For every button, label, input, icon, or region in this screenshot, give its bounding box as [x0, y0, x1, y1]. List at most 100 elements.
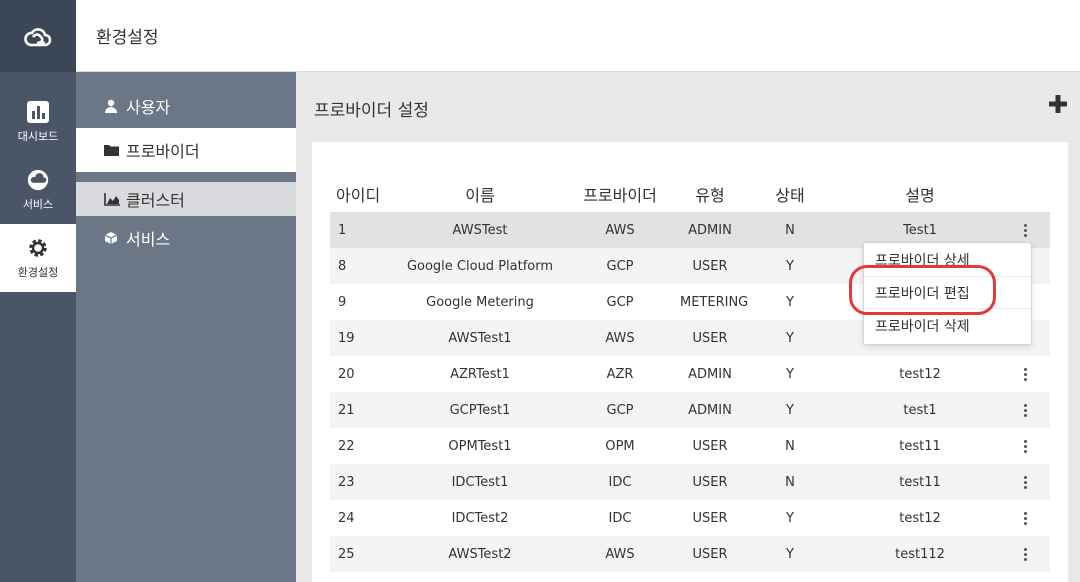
cell-name: Google Cloud Platform [406, 258, 554, 274]
cell-name: AWSTest [452, 222, 508, 238]
cell-status: Y [786, 366, 794, 382]
cell-status: Y [786, 330, 794, 346]
row-menu-button[interactable] [1000, 439, 1050, 453]
cell-id: 24 [338, 510, 355, 526]
table-row[interactable]: 23 IDCTest1 IDC USER N test11 [330, 464, 1050, 500]
kebab-icon [1023, 439, 1027, 453]
cell-name: GCPTest1 [449, 402, 511, 418]
cloud-logo-icon [24, 28, 52, 47]
cell-status: Y [786, 546, 794, 562]
cube-icon [104, 231, 122, 245]
column-header-type[interactable]: 유형 [680, 182, 740, 206]
subnav-item-services[interactable]: 서비스 [76, 216, 296, 260]
table-row[interactable]: 25 AWSTest2 AWS USER Y test112 [330, 536, 1050, 572]
kebab-icon [1023, 367, 1027, 381]
rail-item-service[interactable]: 서비스 [0, 156, 76, 224]
kebab-icon [1023, 511, 1027, 525]
top-header: 환경설정 [76, 0, 1080, 72]
cell-name: AZRTest1 [450, 366, 510, 382]
column-header-provider[interactable]: 프로바이더 [560, 182, 680, 206]
subnav-item-providers[interactable]: 프로바이더 [76, 128, 296, 172]
table-header: 아이디 이름 프로바이더 유형 상태 설명 [330, 178, 1050, 210]
app-logo[interactable] [0, 0, 76, 72]
table-row[interactable]: 20 AZRTest1 AZR ADMIN Y test12 [330, 356, 1050, 392]
kebab-icon [1023, 547, 1027, 561]
cell-type: USER [692, 438, 728, 454]
rail-item-settings[interactable]: 환경설정 [0, 224, 76, 292]
cell-name: IDCTest1 [451, 474, 509, 490]
row-menu-button[interactable] [1000, 367, 1050, 381]
cell-type: ADMIN [688, 402, 732, 418]
plus-icon [1049, 95, 1067, 113]
cell-name: IDCTest2 [451, 510, 509, 526]
cell-status: N [785, 222, 795, 238]
cell-type: USER [692, 258, 728, 274]
user-icon [104, 99, 122, 113]
row-menu-button[interactable] [1000, 223, 1050, 237]
cell-type: USER [692, 546, 728, 562]
cell-name: AWSTest2 [448, 546, 512, 562]
cell-id: 21 [338, 402, 355, 418]
menu-item-provider-detail[interactable]: 프로바이더 상세 [864, 243, 1031, 276]
column-header-name[interactable]: 이름 [400, 182, 560, 206]
cell-description: test12 [899, 366, 941, 382]
add-provider-button[interactable] [1048, 94, 1068, 114]
cell-provider: AZR [606, 366, 634, 382]
cell-type: USER [692, 510, 728, 526]
area-chart-icon [104, 192, 122, 206]
cell-type: ADMIN [688, 222, 732, 238]
subnav-item-label: 서비스 [126, 230, 171, 249]
menu-item-provider-delete[interactable]: 프로바이더 삭제 [864, 309, 1031, 342]
cell-name: AWSTest1 [448, 330, 512, 346]
subnav-item-users[interactable]: 사용자 [76, 84, 296, 128]
table-row[interactable]: 21 GCPTest1 GCP ADMIN Y test1 [330, 392, 1050, 428]
row-menu-button[interactable] [1000, 475, 1050, 489]
kebab-icon [1023, 403, 1027, 417]
bar-chart-icon [26, 100, 50, 124]
table-row[interactable]: 22 OPMTest1 OPM USER N test11 [330, 428, 1050, 464]
cell-name: OPMTest1 [448, 438, 512, 454]
rail-item-label: 환경설정 [17, 266, 59, 279]
settings-subnav: 사용자 프로바이더 클러스터 서비스 [76, 72, 296, 582]
cell-id: 25 [338, 546, 355, 562]
cell-provider: IDC [608, 474, 632, 490]
cell-provider: IDC [608, 510, 632, 526]
cell-id: 1 [338, 222, 347, 238]
cell-description: test112 [895, 546, 945, 562]
cell-status: Y [786, 402, 794, 418]
cell-id: 20 [338, 366, 355, 382]
icon-rail: 대시보드 서비스 환경설정 [0, 0, 76, 582]
main-content: 프로바이더 설정 아이디 이름 프로바이더 유형 상태 설명 1 AWSTest… [296, 72, 1080, 582]
column-header-status[interactable]: 상태 [740, 182, 840, 206]
cell-status: Y [786, 294, 794, 310]
cell-provider: GCP [606, 402, 634, 418]
table-row[interactable]: 24 IDCTest2 IDC USER Y test12 [330, 500, 1050, 536]
cell-provider: AWS [605, 222, 635, 238]
subnav-item-clusters[interactable]: 클러스터 [76, 182, 296, 216]
column-header-description[interactable]: 설명 [840, 182, 1000, 206]
cell-id: 19 [338, 330, 355, 346]
provider-table-card: 아이디 이름 프로바이더 유형 상태 설명 1 AWSTest AWS ADMI… [312, 142, 1068, 582]
column-header-id[interactable]: 아이디 [330, 182, 400, 206]
cell-status: Y [786, 258, 794, 274]
cell-id: 22 [338, 438, 355, 454]
page-title: 프로바이더 설정 [314, 101, 429, 121]
cell-id: 23 [338, 474, 355, 490]
rail-item-label: 서비스 [22, 198, 54, 211]
row-menu-button[interactable] [1000, 547, 1050, 561]
row-menu-button[interactable] [1000, 511, 1050, 525]
cell-id: 8 [338, 258, 347, 274]
cell-provider: GCP [606, 258, 634, 274]
cell-description: test12 [899, 510, 941, 526]
cell-status: N [785, 438, 795, 454]
cell-provider: GCP [606, 294, 634, 310]
kebab-icon [1023, 223, 1027, 237]
cell-name: Google Metering [426, 294, 534, 310]
rail-item-dashboard[interactable]: 대시보드 [0, 88, 76, 156]
row-menu-button[interactable] [1000, 403, 1050, 417]
subnav-item-label: 클러스터 [126, 191, 185, 210]
cell-status: N [785, 474, 795, 490]
cell-status: Y [786, 510, 794, 526]
menu-item-provider-edit[interactable]: 프로바이더 편집 [864, 276, 1031, 309]
cell-description: test11 [899, 438, 941, 454]
